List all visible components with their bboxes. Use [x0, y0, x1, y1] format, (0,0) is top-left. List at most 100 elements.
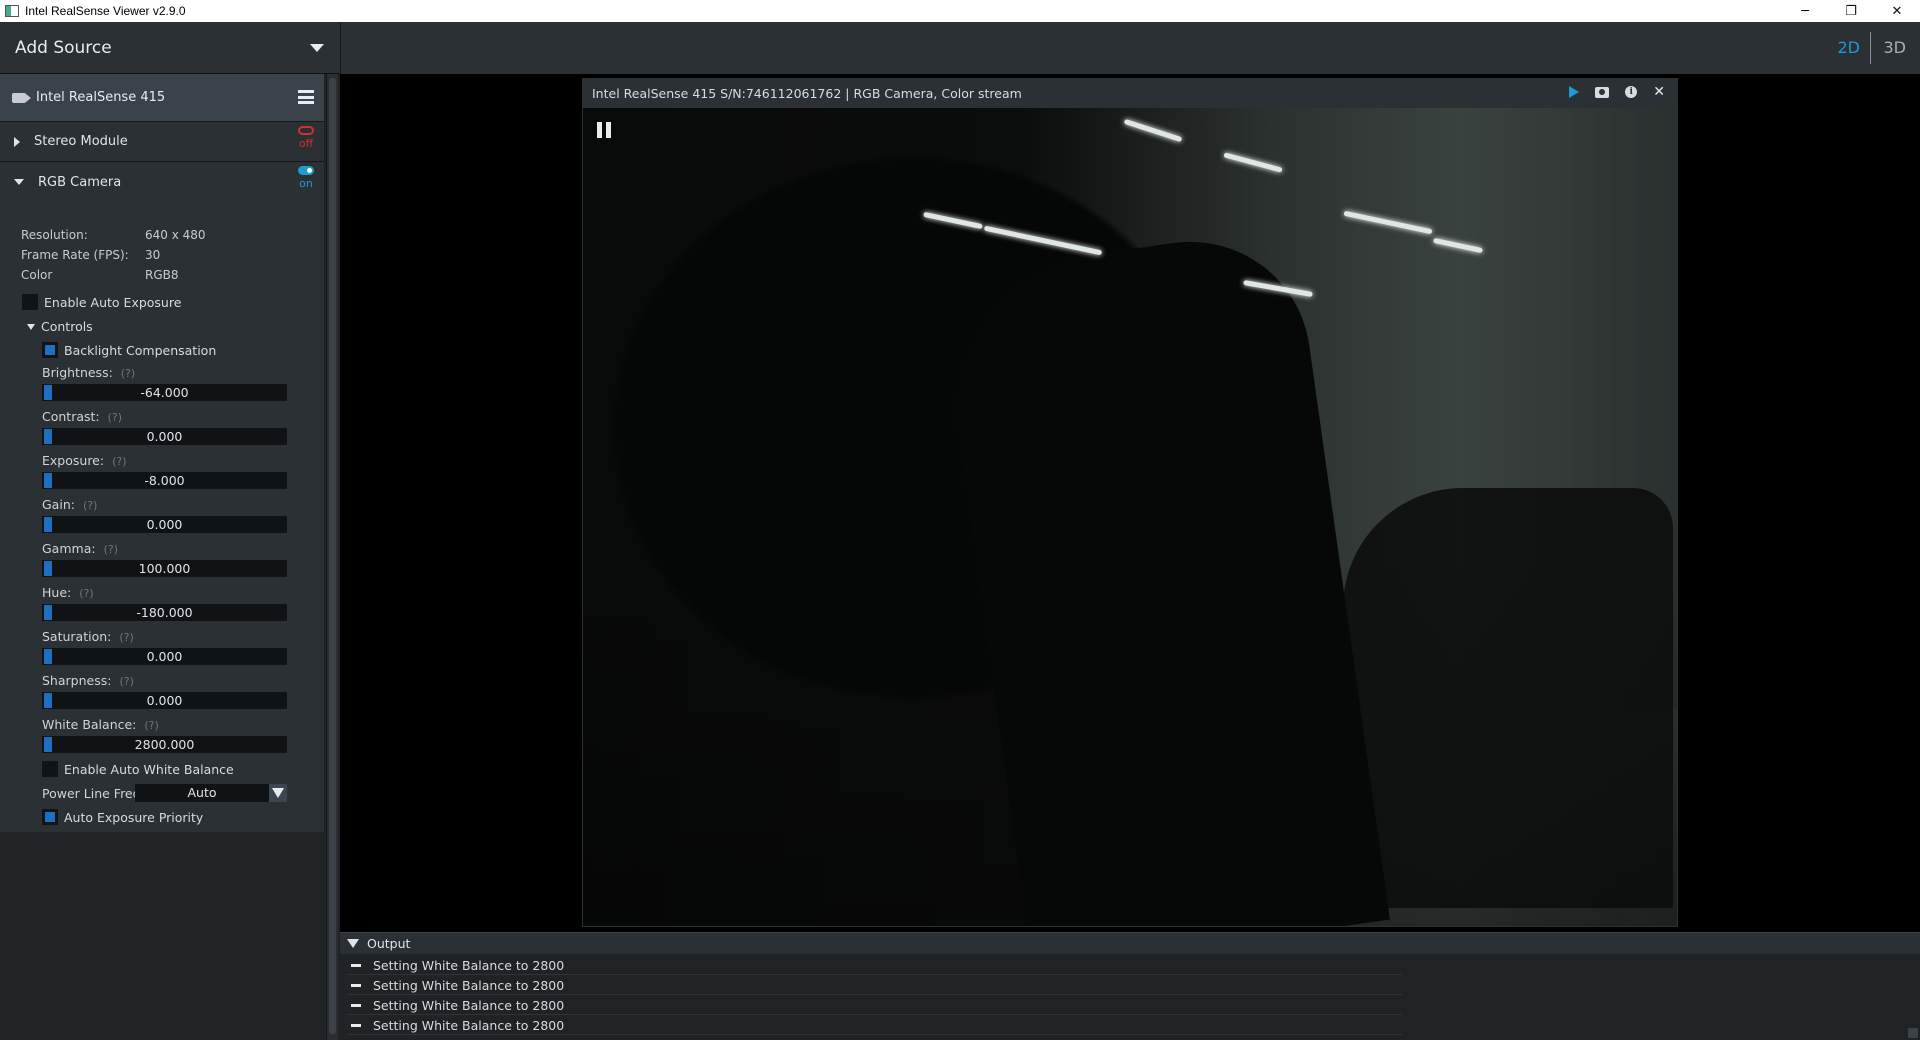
help-icon[interactable]: (?) [83, 499, 97, 512]
dropdown-arrow-icon[interactable] [269, 784, 287, 802]
add-source-label: Add Source [15, 37, 112, 58]
color-value[interactable]: RGB8 [145, 268, 179, 282]
window-titlebar: Intel RealSense Viewer v2.9.0 ─ ❐ ✕ [0, 0, 1920, 22]
app-icon [5, 5, 19, 17]
gamma-label: Gamma: (?) [42, 541, 118, 556]
toggle-off-icon [298, 126, 314, 135]
hue-label: Hue: (?) [42, 585, 94, 600]
fps-row[interactable]: Frame Rate (FPS): 30 [21, 248, 160, 262]
slider-value: 2800.000 [134, 737, 195, 752]
pause-icon[interactable] [597, 122, 611, 138]
help-icon[interactable]: (?) [119, 675, 133, 688]
log-row: Setting White Balance to 2800 [347, 1016, 1402, 1035]
auto-exposure-priority-checkbox[interactable]: Auto Exposure Priority [42, 809, 203, 825]
close-window-button[interactable]: ✕ [1874, 0, 1920, 22]
stream-window: Intel RealSense 415 S/N:746112061762 | R… [582, 78, 1678, 927]
slider-value: 100.000 [138, 561, 191, 576]
help-icon[interactable]: (?) [79, 587, 93, 600]
slider-value: 0.000 [146, 693, 183, 708]
help-icon[interactable]: (?) [108, 411, 122, 424]
checkbox-box[interactable] [42, 761, 58, 777]
chevron-down-icon [310, 44, 324, 52]
ceiling-light [983, 225, 1103, 256]
slider-value: -8.000 [144, 473, 185, 488]
sensor-name: Stereo Module [34, 134, 128, 149]
stereo-toggle[interactable]: off [298, 126, 314, 150]
backlight-compensation-checkbox[interactable]: Backlight Compensation [42, 342, 216, 358]
fps-value[interactable]: 30 [145, 248, 160, 262]
fps-label: Frame Rate (FPS): [21, 248, 129, 262]
slider-value: 0.000 [146, 517, 183, 532]
collapse-arrow-icon [14, 179, 24, 185]
output-header[interactable]: Output [340, 933, 1920, 954]
close-icon[interactable]: ✕ [1653, 85, 1665, 99]
info-icon[interactable]: i [1625, 86, 1638, 98]
auto-exposure-checkbox[interactable]: Enable Auto Exposure [22, 294, 181, 310]
rgb-toggle[interactable]: on [298, 166, 314, 190]
output-title: Output [367, 936, 411, 951]
slider-value: 0.000 [146, 429, 183, 444]
help-icon[interactable]: (?) [104, 543, 118, 556]
power-line-frequency-row: Power Line Frequency Auto [42, 784, 287, 802]
color-label: Color [21, 268, 53, 282]
toggle-state: off [298, 137, 314, 150]
output-panel: Output Setting White Balance to 2800 Set… [340, 932, 1920, 1040]
exposure-slider[interactable]: -8.000 [42, 472, 287, 489]
sensor-stereo-module[interactable]: Stereo Module off [0, 121, 324, 161]
auto-white-balance-checkbox[interactable]: Enable Auto White Balance [42, 761, 234, 777]
resolution-row[interactable]: Resolution: 640 x 480 [21, 228, 206, 242]
sensor-rgb-camera[interactable]: RGB Camera on [0, 161, 324, 202]
checkbox-box[interactable] [42, 809, 58, 825]
brightness-slider[interactable]: -64.000 [42, 384, 287, 401]
hue-slider[interactable]: -180.000 [42, 604, 287, 621]
stream-header: Intel RealSense 415 S/N:746112061762 | R… [583, 79, 1677, 108]
resize-grip-icon[interactable] [1908, 1028, 1918, 1038]
view-2d-button[interactable]: 2D [1838, 38, 1861, 57]
controls-section-toggle[interactable]: Controls [27, 319, 93, 334]
log-dash-icon [351, 983, 361, 987]
color-stream-image[interactable] [583, 108, 1677, 926]
help-icon[interactable]: (?) [144, 719, 158, 732]
power-line-label: Power Line Frequency [42, 785, 135, 801]
resolution-value[interactable]: 640 x 480 [145, 228, 206, 242]
checkbox-box[interactable] [22, 294, 38, 310]
restore-button[interactable]: ❐ [1828, 0, 1874, 22]
play-icon[interactable] [1569, 86, 1580, 98]
auto-exposure-label: Enable Auto Exposure [44, 294, 182, 310]
power-line-select[interactable]: Auto [135, 784, 269, 802]
device-name: Intel RealSense 415 [36, 90, 166, 105]
exposure-label: Exposure: (?) [42, 453, 127, 468]
image-person-silhouette [936, 226, 1390, 926]
collapse-arrow-icon [347, 939, 359, 948]
sidebar-scrollbar[interactable] [326, 74, 338, 1040]
saturation-slider[interactable]: 0.000 [42, 648, 287, 665]
ceiling-light [1433, 237, 1483, 254]
view-3d-button[interactable]: 3D [1884, 38, 1907, 57]
white-balance-slider[interactable]: 2800.000 [42, 736, 287, 753]
scrollbar-thumb[interactable] [329, 78, 336, 1034]
resolution-label: Resolution: [21, 228, 88, 242]
minimize-button[interactable]: ─ [1782, 0, 1828, 22]
gamma-slider[interactable]: 100.000 [42, 560, 287, 577]
log-dash-icon [351, 1023, 361, 1027]
slider-value: -180.000 [136, 605, 193, 620]
log-row: Setting White Balance to 2800 [347, 976, 1402, 995]
white-balance-label: White Balance: (?) [42, 717, 159, 732]
color-format-row[interactable]: Color RGB8 [21, 268, 179, 282]
contrast-slider[interactable]: 0.000 [42, 428, 287, 445]
camera-icon[interactable] [1595, 86, 1610, 98]
checkbox-box[interactable] [42, 342, 58, 358]
help-icon[interactable]: (?) [112, 455, 126, 468]
help-icon[interactable]: (?) [121, 367, 135, 380]
sharpness-slider[interactable]: 0.000 [42, 692, 287, 709]
add-source-button[interactable]: Add Source [0, 22, 340, 74]
device-menu-icon[interactable] [298, 90, 314, 104]
gain-slider[interactable]: 0.000 [42, 516, 287, 533]
help-icon[interactable]: (?) [119, 631, 133, 644]
log-text: Setting White Balance to 2800 [373, 997, 565, 1013]
ceiling-light [923, 211, 983, 230]
sensor-name: RGB Camera [38, 174, 122, 190]
saturation-label: Saturation: (?) [42, 629, 134, 644]
auto-wb-label: Enable Auto White Balance [64, 761, 234, 777]
slider-value: 0.000 [146, 649, 183, 664]
